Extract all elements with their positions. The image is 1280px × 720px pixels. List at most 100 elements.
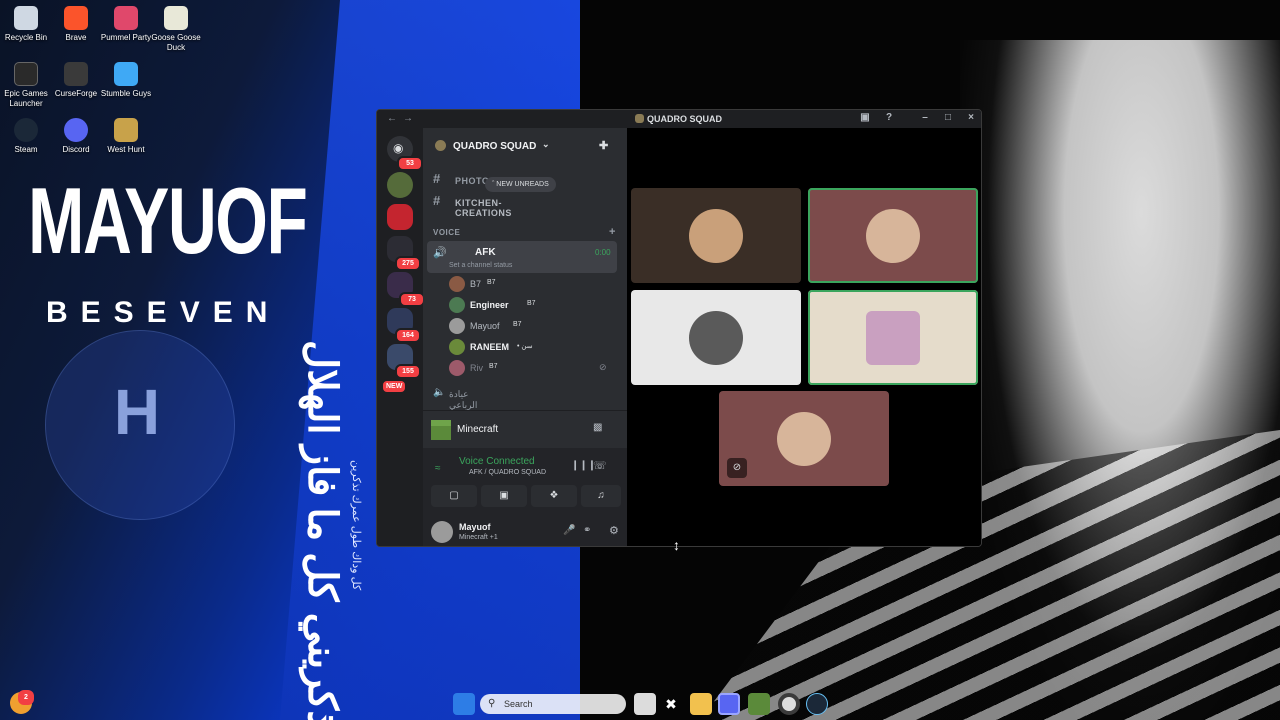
maximize-icon[interactable]: □ [941, 112, 955, 123]
participant-tile[interactable] [631, 188, 801, 283]
clan-tag: B7 [487, 279, 496, 286]
channel-timer: 0:00 [595, 248, 611, 257]
desktop-icon-brave[interactable]: Brave [50, 6, 102, 43]
chrome-icon[interactable] [778, 693, 800, 715]
soundboard-button[interactable]: ♫ [581, 485, 621, 507]
voice-location[interactable]: AFK / QUADRO SQUAD [469, 469, 546, 476]
add-channel-icon[interactable]: + [609, 226, 616, 238]
desktop-icon-label: Stumble Guys [100, 89, 152, 98]
avatar [449, 339, 465, 355]
club-logo-icon: H [113, 376, 161, 448]
server-header[interactable]: QUADRO SQUAD ⌄ ✚ [423, 128, 627, 162]
minecraft-icon [431, 420, 451, 440]
inbox-icon[interactable]: ▣ [858, 112, 872, 123]
avatar [449, 360, 465, 376]
help-icon[interactable]: ? [882, 112, 896, 123]
discord-window: ← → QUADRO SQUAD ▣ ? – □ × ◉ 53 275 73 1… [376, 109, 982, 547]
headphones-icon[interactable]: ⚭ [583, 525, 591, 536]
avatar [449, 318, 465, 334]
disconnect-icon[interactable]: ☏ [593, 459, 607, 472]
curseforge-icon [64, 62, 88, 86]
steam-icon [14, 118, 38, 142]
settings-gear-icon[interactable]: ⚙ [609, 524, 619, 537]
discord-taskbar-icon[interactable] [718, 693, 740, 715]
stream-game-icon[interactable]: ▩ [593, 422, 602, 433]
microphone-icon[interactable]: 🎤 [563, 525, 575, 536]
voice-channel-afk[interactable]: 🔊 AFK 0:00 Set a channel status [427, 241, 617, 273]
desktop-icon-label: CurseForge [54, 89, 98, 98]
discord-icon [64, 118, 88, 142]
desktop-icon-label: West Hunt [107, 145, 145, 154]
participant-tile[interactable]: ⊘ [719, 391, 889, 486]
minimize-icon[interactable]: – [918, 112, 932, 123]
username: Mayuof [459, 522, 491, 532]
screen-share-icon: ▣ [499, 490, 509, 501]
speaker-icon: 🔈 [433, 387, 446, 398]
activity-panel[interactable]: Minecraft ▩ [423, 410, 627, 448]
start-icon[interactable] [453, 693, 475, 715]
server-unread-badge: 164 [395, 328, 421, 343]
desktop-icon-discord[interactable]: Discord [50, 118, 102, 155]
desktop-icon-epic-games[interactable]: Epic Games Launcher [0, 62, 52, 109]
folder-icon[interactable] [690, 693, 712, 715]
activity-game-name: Minecraft [457, 424, 499, 435]
avatar [689, 209, 743, 263]
channel-status-field[interactable]: Set a channel status [449, 262, 512, 269]
participant-tile-speaking[interactable] [808, 188, 978, 283]
screen-share-button[interactable]: ▣ [481, 485, 527, 507]
server-unread-badge: 155 [395, 364, 421, 379]
desktop-icon-label: Steam [14, 145, 38, 154]
server-icon-2[interactable] [387, 204, 413, 230]
new-servers-pill[interactable]: NEW [381, 379, 408, 394]
forward-arrow-icon[interactable]: → [403, 113, 413, 124]
desktop-icon-curseforge[interactable]: CurseForge [50, 62, 102, 99]
stumble-guys-icon [114, 62, 138, 86]
voice-call-stage: ⊘ [627, 128, 981, 546]
pummel-party-icon [114, 6, 138, 30]
clan-tag: • سن [517, 343, 533, 350]
participant-tile[interactable] [631, 290, 801, 385]
avatar [866, 311, 920, 365]
desktop-icon-pummel-party[interactable]: Pummel Party [100, 6, 152, 43]
wallpaper-title: MAYUOF [28, 168, 308, 273]
camera-off-icon: ▢ [449, 490, 459, 501]
desktop-icon-label: Pummel Party [100, 33, 152, 42]
camera-toggle-button[interactable]: ▢ [431, 485, 477, 507]
desktop-icon-recycle-bin[interactable]: Recycle Bin [0, 6, 52, 43]
minecraft-taskbar-icon[interactable] [748, 693, 770, 715]
back-arrow-icon[interactable]: ← [387, 113, 397, 124]
recycle-bin-icon [14, 6, 38, 30]
close-icon[interactable]: × [964, 112, 978, 123]
desktop-icon-steam[interactable]: Steam [0, 118, 52, 155]
chevron-down-icon: ⌄ [542, 139, 550, 149]
user-avatar[interactable] [431, 521, 453, 543]
server-unread-badge: 73 [399, 292, 425, 307]
server-unread-badge: 275 [395, 256, 421, 271]
capcut-icon[interactable]: ✖ [660, 693, 682, 715]
desktop-icon-stumble-guys[interactable]: Stumble Guys [100, 62, 152, 99]
voice-connected-label: Voice Connected [459, 456, 535, 467]
desktop-icon-west-hunt[interactable]: West Hunt [100, 118, 152, 155]
discord-logo-icon: ◉ [393, 141, 404, 155]
wallpaper-arabic-headline: اذكريني كل ما فاز الهلال [300, 340, 344, 720]
taskbar-search[interactable]: ⚲ Search [480, 694, 626, 714]
resize-cursor-icon: ↕ [673, 537, 680, 553]
invite-people-icon[interactable]: ✚ [599, 139, 608, 152]
new-unreads-pill[interactable]: ˆ NEW UNREADS [485, 177, 556, 192]
epic-games-icon [14, 62, 38, 86]
steam-taskbar-icon[interactable] [806, 693, 828, 715]
muted-mic-icon: ⊘ [599, 362, 607, 372]
server-icon [635, 114, 644, 123]
goose-icon [164, 6, 188, 30]
activities-icon: ❖ [549, 490, 559, 501]
signal-icon: ≈ [435, 463, 441, 474]
server-icon-1[interactable] [387, 172, 413, 198]
file-explorer-icon[interactable] [634, 693, 656, 715]
activities-button[interactable]: ❖ [531, 485, 577, 507]
channel-sidebar: QUADRO SQUAD ⌄ ✚ # PHOTOGRAPHY # KITCHEN… [423, 128, 627, 546]
desktop-icon-goose-goose-duck[interactable]: Goose Goose Duck [150, 6, 202, 53]
avatar [689, 311, 743, 365]
participant-tile-speaking[interactable] [808, 290, 978, 385]
clan-tag: B7 [489, 363, 498, 370]
widgets-badge: 2 [18, 690, 34, 705]
